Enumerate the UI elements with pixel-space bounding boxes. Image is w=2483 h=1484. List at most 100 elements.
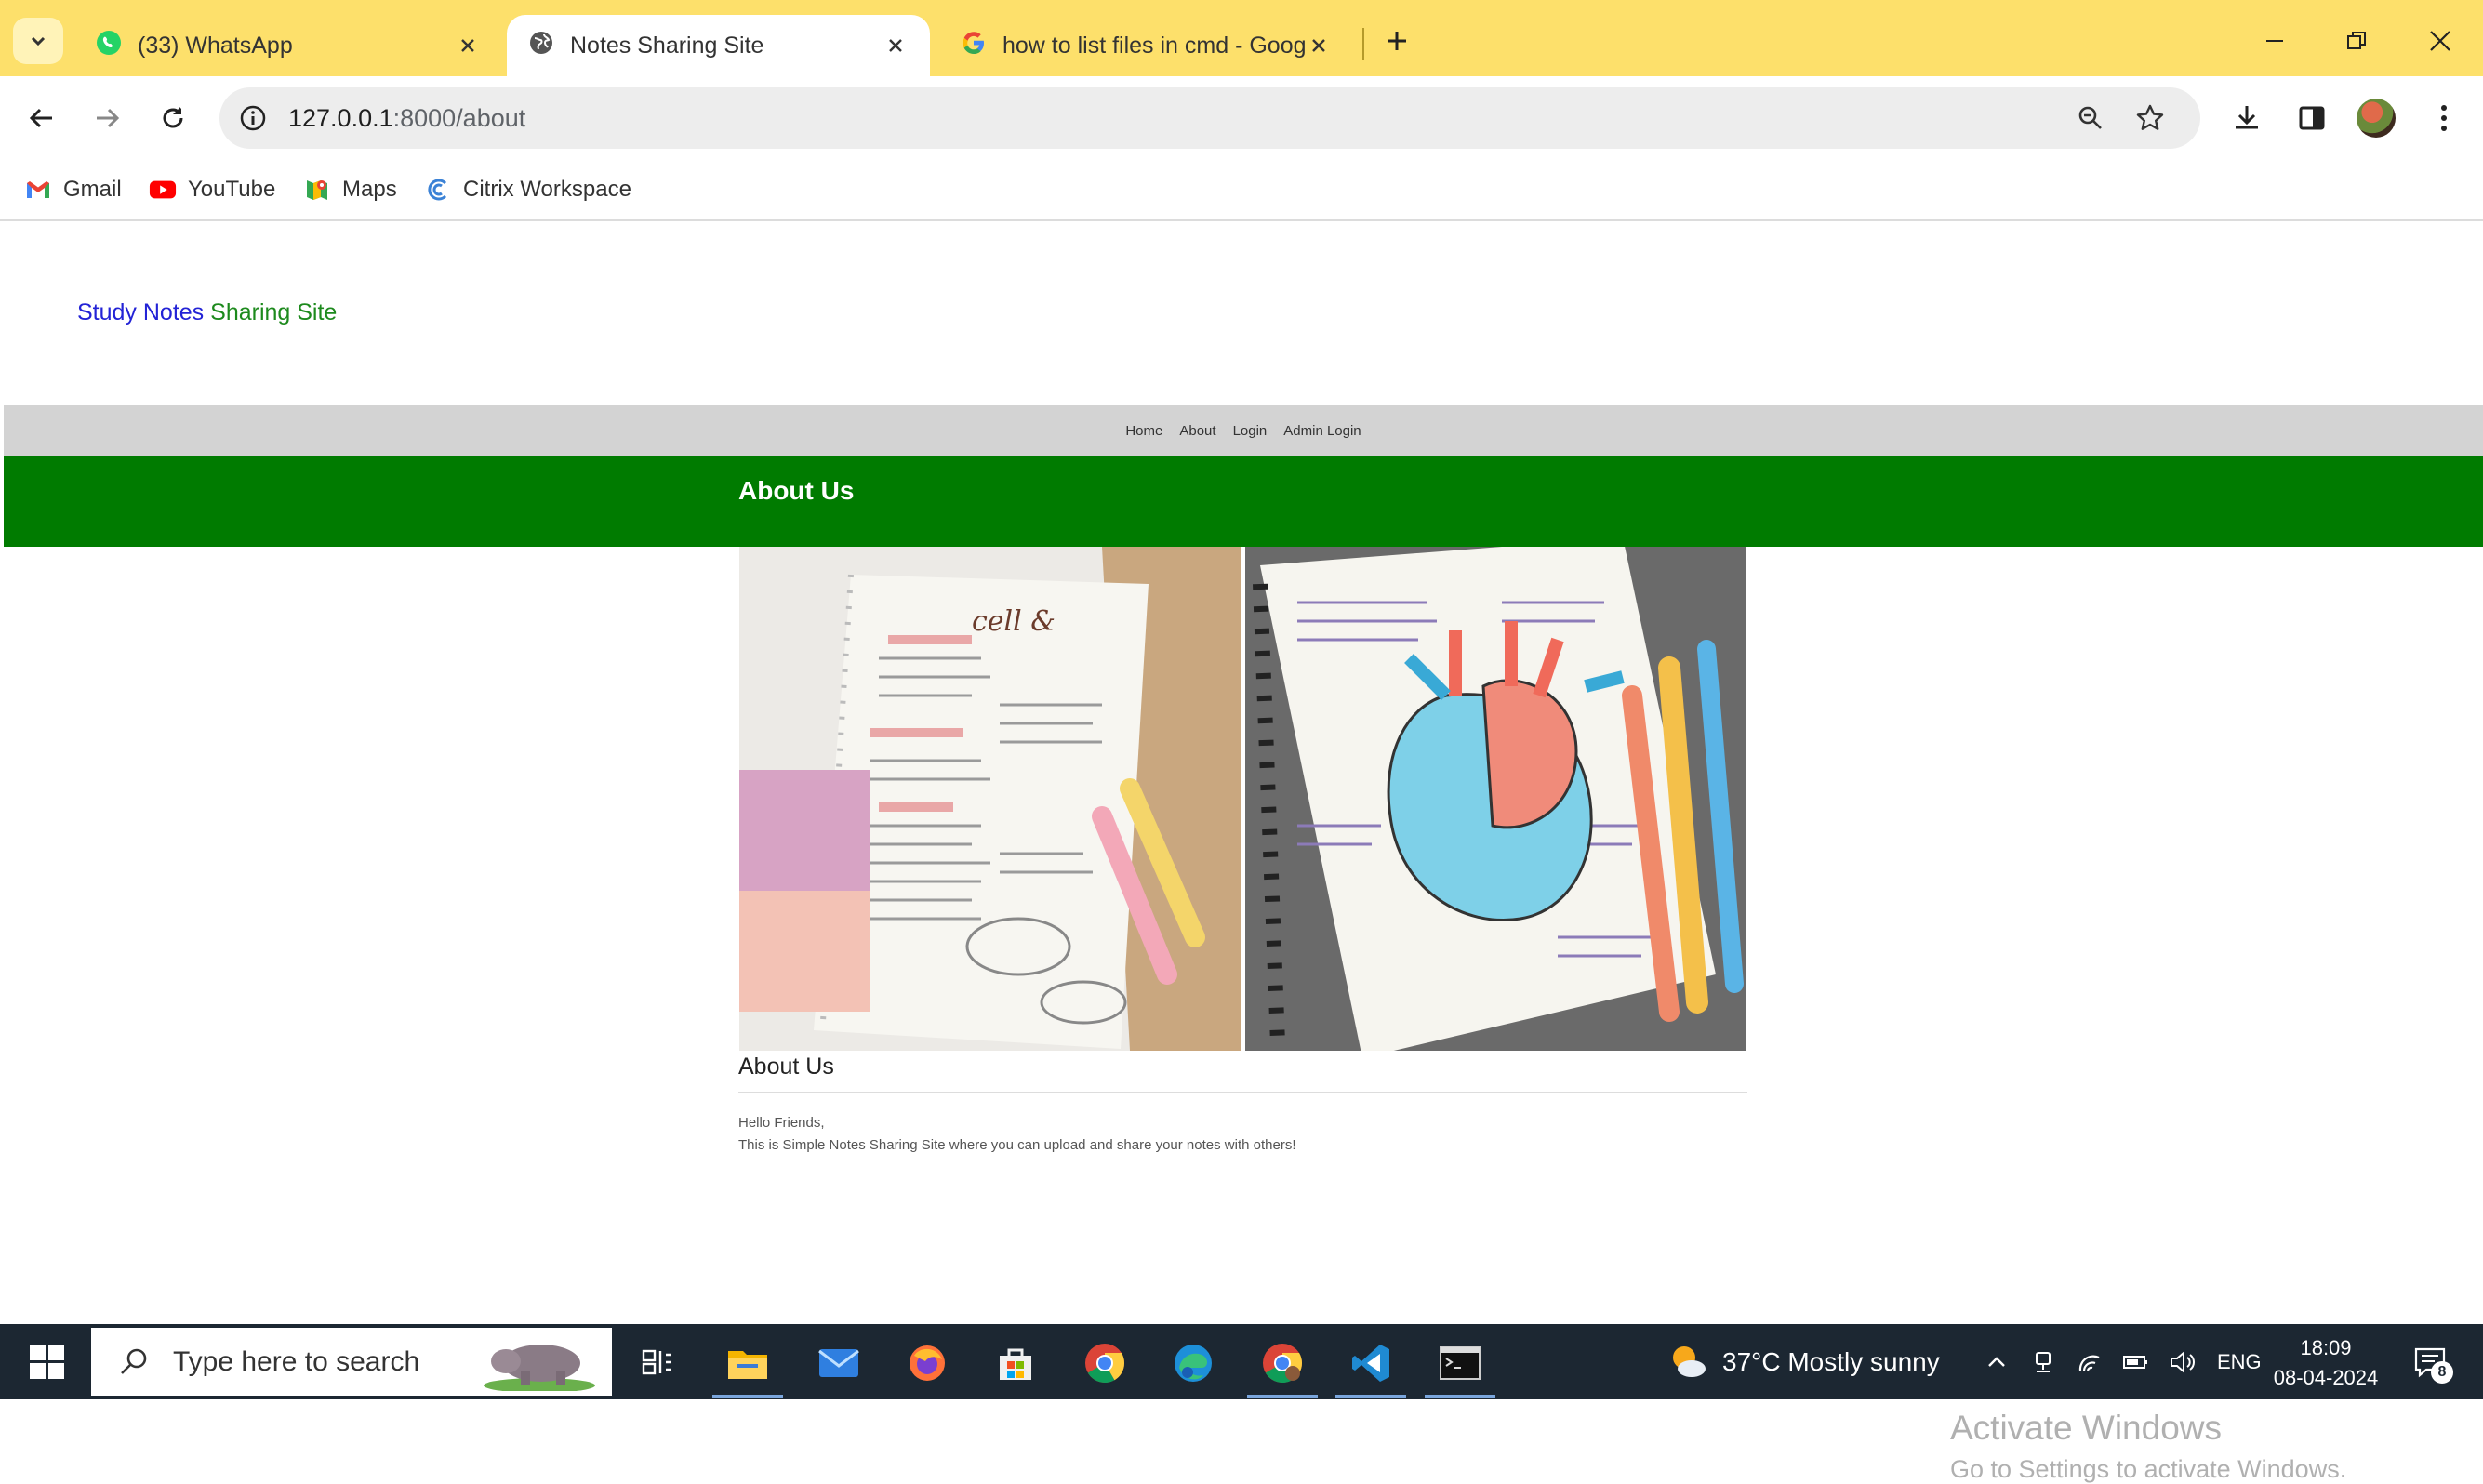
close-icon[interactable] [454, 32, 482, 60]
edge-icon[interactable] [1165, 1335, 1221, 1391]
back-button[interactable] [20, 97, 63, 139]
address-bar[interactable]: 127.0.0.1:8000/about [219, 87, 2200, 149]
running-indicator [712, 1395, 783, 1398]
brand-part1: Study Notes [77, 299, 205, 325]
globe-icon [527, 29, 555, 63]
nav-login[interactable]: Login [1233, 423, 1268, 439]
minimize-button[interactable] [2237, 13, 2312, 69]
vscode-icon[interactable] [1343, 1335, 1399, 1391]
clock-time: 18:09 [2300, 1336, 2352, 1359]
divider [738, 1092, 1747, 1093]
about-text: Hello Friends, This is Simple Notes Shar… [738, 1112, 1296, 1157]
site-info-icon[interactable] [232, 98, 273, 139]
side-panel-icon[interactable] [2290, 97, 2333, 139]
search-placeholder: Type here to search [173, 1345, 420, 1377]
running-indicator [1335, 1395, 1406, 1398]
mail-icon[interactable] [811, 1335, 867, 1391]
bookmark-label: Maps [342, 177, 397, 202]
meet-now-icon[interactable] [2025, 1345, 2061, 1380]
volume-icon[interactable] [2165, 1345, 2200, 1380]
new-tab-button[interactable] [1378, 22, 1415, 60]
terminal-icon[interactable] [1432, 1335, 1488, 1391]
windows-start-icon[interactable] [20, 1343, 73, 1382]
running-indicator [1425, 1395, 1495, 1398]
windows-taskbar: Type here to search 37°C Mostly sunny EN… [0, 1324, 2483, 1399]
weather-widget[interactable]: 37°C Mostly sunny [1665, 1324, 1940, 1399]
site-nav: Home About Login Admin Login [4, 405, 2483, 456]
bookmarks-bar: Gmail YouTube Maps Citrix Workspace [0, 160, 2483, 221]
arrow-right-icon [97, 108, 120, 128]
nav-about[interactable]: About [1179, 423, 1215, 439]
bookmark-citrix[interactable]: Citrix Workspace [424, 171, 631, 208]
web-page: Study Notes Sharing Site Home About Logi… [0, 223, 2483, 1483]
arrow-left-icon [29, 108, 52, 128]
nav-admin-login[interactable]: Admin Login [1283, 423, 1361, 439]
wifi-icon[interactable] [2072, 1345, 2107, 1380]
restore-icon [2347, 32, 2366, 49]
weather-sun-icon [1665, 1340, 1709, 1385]
task-view-icon[interactable] [629, 1335, 684, 1391]
tab-notes-sharing-site[interactable]: Notes Sharing Site [507, 15, 930, 76]
notification-count-badge: 8 [2431, 1360, 2453, 1384]
maps-icon [303, 176, 331, 204]
more-menu-icon[interactable] [2423, 97, 2465, 139]
tab-title: (33) WhatsApp [138, 32, 293, 59]
bookmark-gmail[interactable]: Gmail [24, 171, 122, 208]
chrome-icon[interactable] [1077, 1335, 1133, 1391]
citrix-icon [424, 176, 452, 204]
restore-button[interactable] [2319, 13, 2394, 69]
clock-date: 08-04-2024 [2273, 1366, 2379, 1389]
search-icon [113, 1342, 154, 1383]
close-window-button[interactable] [2403, 13, 2477, 69]
browser-tab-bar: (33) WhatsApp Notes Sharing Site how to … [0, 0, 2483, 76]
firefox-icon[interactable] [899, 1335, 955, 1391]
chrome-active-icon[interactable] [1255, 1335, 1310, 1391]
nav-home[interactable]: Home [1125, 423, 1162, 439]
reload-button[interactable] [152, 97, 194, 139]
page-banner: About Us [4, 456, 2483, 547]
battery-icon[interactable] [2118, 1345, 2154, 1380]
site-brand[interactable]: Study Notes Sharing Site [77, 299, 337, 326]
svg-text:cell &: cell & [972, 605, 1056, 638]
store-icon[interactable] [988, 1335, 1043, 1391]
close-icon[interactable] [882, 32, 910, 60]
url-text[interactable]: 127.0.0.1:8000/about [288, 87, 525, 149]
language-indicator[interactable]: ENG [2217, 1350, 2262, 1374]
bookmark-label: Citrix Workspace [463, 177, 631, 202]
system-tray: ENG [1979, 1324, 2262, 1399]
zoom-icon[interactable] [2070, 98, 2111, 139]
tab-title: Notes Sharing Site [570, 32, 764, 59]
close-icon[interactable] [1305, 32, 1333, 60]
banner-title: About Us [738, 476, 855, 505]
bookmark-label: Gmail [63, 177, 122, 202]
close-icon [2430, 31, 2450, 51]
profile-avatar[interactable] [2357, 99, 2396, 138]
bookmark-maps[interactable]: Maps [303, 171, 397, 208]
tab-google-search[interactable]: how to list files in cmd - Google [939, 15, 1353, 76]
activate-windows-watermark: Activate Windows Go to Settings to activ… [1950, 1409, 2346, 1484]
taskbar-clock[interactable]: 18:09 08-04-2024 [2265, 1333, 2386, 1393]
whatsapp-icon [95, 29, 123, 63]
chevron-up-icon[interactable] [1979, 1345, 2014, 1380]
downloads-icon[interactable] [2225, 97, 2268, 139]
url-path: :8000/about [392, 104, 526, 132]
running-indicator [1247, 1395, 1318, 1398]
bookmark-youtube[interactable]: YouTube [149, 171, 275, 208]
tab-search-button[interactable] [13, 18, 63, 64]
forward-button[interactable] [86, 97, 128, 139]
youtube-icon [149, 176, 177, 204]
about-line-1: Hello Friends, [738, 1115, 825, 1131]
tab-whatsapp[interactable]: (33) WhatsApp [74, 15, 502, 76]
chevron-down-icon [31, 36, 46, 46]
gmail-icon [24, 176, 52, 204]
weather-text: 37°C Mostly sunny [1722, 1346, 1940, 1376]
file-explorer-icon[interactable] [720, 1335, 776, 1391]
tab-title: how to list files in cmd - Google [1002, 32, 1305, 59]
brand-part2: Sharing Site [210, 299, 338, 325]
study-notes-photo: cell & [739, 547, 1746, 1051]
bookmark-star-icon[interactable] [2130, 98, 2171, 139]
taskbar-search[interactable]: Type here to search [91, 1328, 612, 1396]
notification-center[interactable]: 8 [2409, 1324, 2453, 1399]
notifications-icon: 8 [2409, 1341, 2453, 1384]
tab-separator [1362, 28, 1364, 60]
